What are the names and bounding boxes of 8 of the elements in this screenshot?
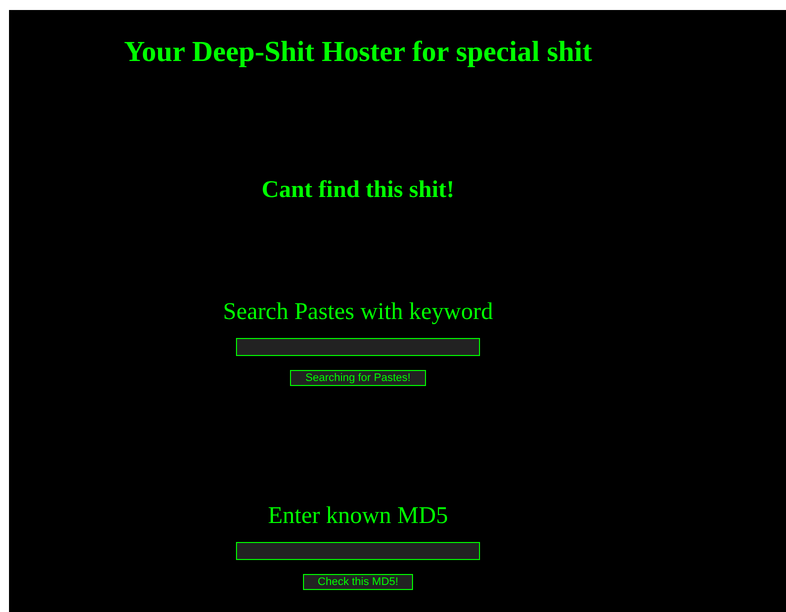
page-title: Your Deep-Shit Hoster for special shit xyxy=(124,36,592,69)
not-found-message: Cant find this shit! xyxy=(262,177,454,204)
form-heading: Enter known MD5 xyxy=(268,502,448,530)
input-field[interactable] xyxy=(236,542,480,560)
form-heading: Search Pastes with keyword xyxy=(223,298,493,326)
submit-button[interactable]: Check this MD5! xyxy=(302,574,414,590)
submit-button[interactable]: Searching for Pastes! xyxy=(290,370,426,386)
input-field[interactable] xyxy=(236,338,480,356)
